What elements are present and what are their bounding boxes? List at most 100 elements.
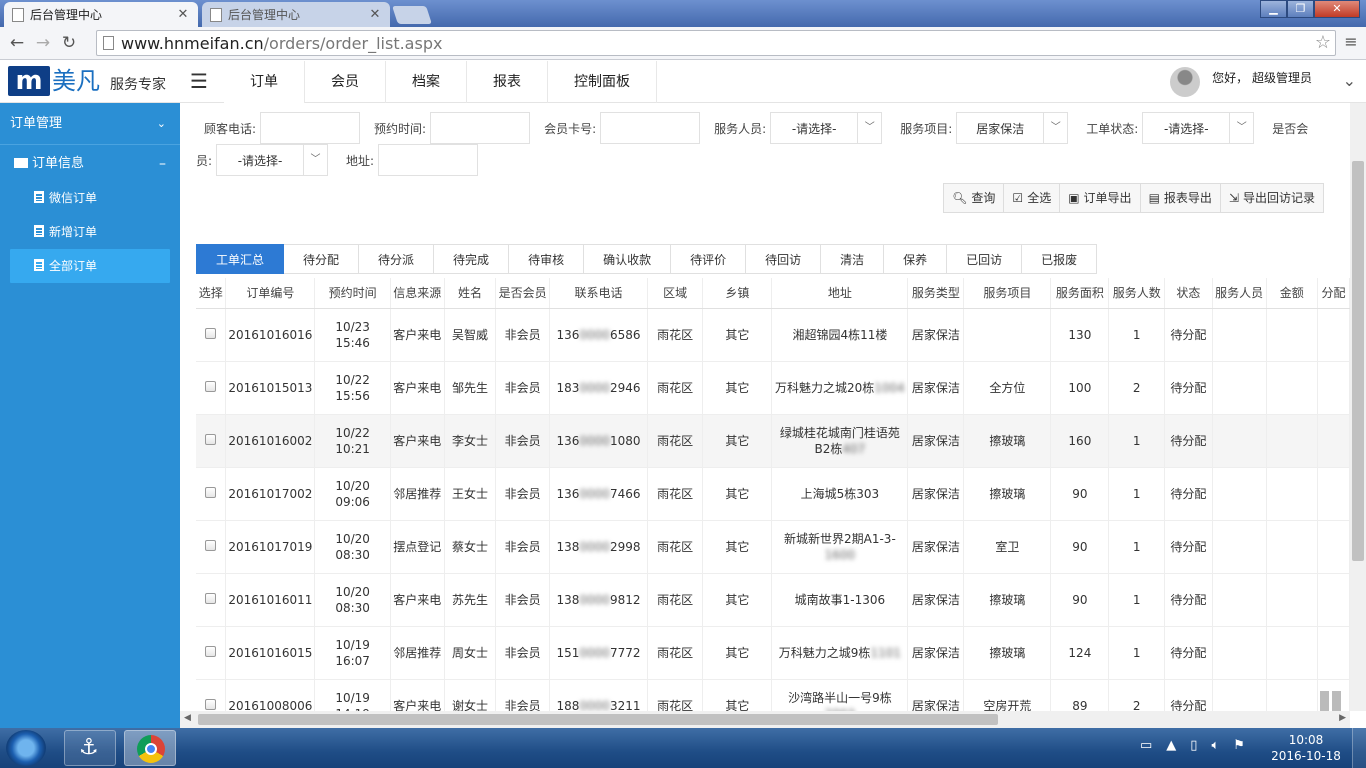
column-header[interactable]: 服务项目 bbox=[964, 278, 1051, 308]
taskbar-app-anchor[interactable]: ⚓ bbox=[64, 730, 116, 766]
volume-icon[interactable]: 🔈︎ bbox=[1211, 738, 1219, 753]
service-staff-select[interactable]: -请选择-﹀ bbox=[770, 112, 882, 144]
browser-tab-active[interactable]: 后台管理中心 ✕ bbox=[4, 2, 198, 27]
appointment-time-input[interactable] bbox=[430, 112, 530, 144]
table-row[interactable]: 2016101701910/20 08:30摆点登记蔡女士非会员13800002… bbox=[196, 520, 1350, 573]
table-row[interactable]: 2016101501310/22 15:56客户来电邹先生非会员18300002… bbox=[196, 361, 1350, 414]
column-header[interactable]: 服务面积 bbox=[1051, 278, 1109, 308]
forward-icon[interactable]: → bbox=[30, 30, 56, 56]
row-checkbox[interactable] bbox=[205, 381, 216, 392]
column-header[interactable]: 预约时间 bbox=[315, 278, 390, 308]
service-item-select[interactable]: 居家保洁﹀ bbox=[956, 112, 1068, 144]
bookmark-star-icon[interactable]: ☆ bbox=[1315, 32, 1331, 53]
row-checkbox[interactable] bbox=[205, 328, 216, 339]
close-icon[interactable]: ✕ bbox=[368, 7, 382, 22]
table-row[interactable]: 2016101601610/23 15:46客户来电吴智威非会员13600006… bbox=[196, 308, 1350, 361]
tab-9[interactable]: 保养 bbox=[884, 244, 947, 274]
sidebar-section-order-management[interactable]: 订单管理 ⌄ bbox=[0, 103, 180, 145]
address-input[interactable] bbox=[378, 144, 478, 176]
device-icon[interactable]: ▯ bbox=[1190, 738, 1197, 753]
tab-3[interactable]: 待完成 bbox=[434, 244, 509, 274]
tab-6[interactable]: 待评价 bbox=[671, 244, 746, 274]
column-header[interactable]: 信息来源 bbox=[390, 278, 444, 308]
browser-menu-icon[interactable]: ≡ bbox=[1342, 32, 1360, 51]
nav-reports[interactable]: 报表 bbox=[467, 61, 548, 103]
column-header[interactable]: 区域 bbox=[647, 278, 702, 308]
tab-10[interactable]: 已回访 bbox=[947, 244, 1022, 274]
hamburger-menu-icon[interactable]: ☰ bbox=[190, 69, 208, 93]
vertical-scrollbar[interactable] bbox=[1350, 103, 1366, 711]
scroll-right-icon[interactable]: ▶ bbox=[1339, 713, 1346, 723]
tab-11[interactable]: 已报废 bbox=[1022, 244, 1097, 274]
show-desktop-button[interactable] bbox=[1352, 728, 1366, 768]
work-status-select[interactable]: -请选择-﹀ bbox=[1142, 112, 1254, 144]
new-tab-button[interactable] bbox=[392, 6, 432, 24]
nav-archive[interactable]: 档案 bbox=[386, 61, 467, 103]
tab-5[interactable]: 确认收款 bbox=[584, 244, 671, 274]
tab-2[interactable]: 待分派 bbox=[359, 244, 434, 274]
customer-phone-input[interactable] bbox=[260, 112, 360, 144]
column-header[interactable]: 地址 bbox=[772, 278, 908, 308]
sidebar-item-all-orders[interactable]: 全部订单 bbox=[10, 249, 170, 283]
maximize-icon[interactable]: ❐ bbox=[1287, 0, 1314, 18]
nav-members[interactable]: 会员 bbox=[305, 61, 386, 103]
tab-1[interactable]: 待分配 bbox=[284, 244, 359, 274]
column-header[interactable]: 联系电话 bbox=[550, 278, 648, 308]
column-header[interactable]: 选择 bbox=[196, 278, 226, 308]
column-header[interactable]: 乡镇 bbox=[703, 278, 772, 308]
row-checkbox[interactable] bbox=[205, 540, 216, 551]
column-header[interactable]: 姓名 bbox=[444, 278, 495, 308]
reload-icon[interactable]: ↻ bbox=[56, 30, 82, 56]
table-row[interactable]: 2016100800610/19 14:19客户来电谢女士非会员18800003… bbox=[196, 679, 1350, 711]
is-member-select[interactable]: -请选择-﹀ bbox=[216, 144, 328, 176]
window-close-icon[interactable]: ✕ bbox=[1314, 0, 1360, 18]
row-checkbox[interactable] bbox=[205, 699, 216, 710]
row-checkbox[interactable] bbox=[205, 487, 216, 498]
taskbar-app-chrome[interactable] bbox=[124, 730, 176, 766]
close-icon[interactable]: ✕ bbox=[176, 7, 190, 22]
sidebar-item-new-order[interactable]: 新增订单 bbox=[0, 215, 180, 249]
sidebar-group-order-info[interactable]: 订单信息 – bbox=[0, 147, 180, 181]
nav-orders[interactable]: 订单 bbox=[224, 61, 305, 103]
column-header[interactable]: 分配 bbox=[1318, 278, 1350, 308]
table-row[interactable]: 2016101700210/20 09:06邻居推荐王女士非会员13600007… bbox=[196, 467, 1350, 520]
row-checkbox[interactable] bbox=[205, 434, 216, 445]
address-bar[interactable]: www.hnmeifan.cn/orders/order_list.aspx ☆ bbox=[96, 30, 1336, 56]
tab-8[interactable]: 清洁 bbox=[821, 244, 884, 274]
tab-7[interactable]: 待回访 bbox=[746, 244, 821, 274]
query-button[interactable]: 🔍︎查询 bbox=[944, 184, 1004, 212]
chevron-down-icon[interactable]: ⌄ bbox=[1343, 71, 1356, 90]
column-header[interactable]: 服务类型 bbox=[908, 278, 964, 308]
table-row[interactable]: 2016101601510/19 16:07邻居推荐周女士非会员15100007… bbox=[196, 626, 1350, 679]
browser-tab-inactive[interactable]: 后台管理中心 ✕ bbox=[202, 2, 390, 27]
member-card-input[interactable] bbox=[600, 112, 700, 144]
column-header[interactable]: 服务人员 bbox=[1212, 278, 1266, 308]
scroll-left-icon[interactable]: ◀ bbox=[184, 713, 191, 723]
tab-0[interactable]: 工单汇总 bbox=[196, 244, 284, 274]
start-button[interactable] bbox=[6, 730, 46, 766]
network-icon[interactable]: ⚑ bbox=[1233, 738, 1245, 753]
tray-expand-icon[interactable]: ▲ bbox=[1166, 738, 1176, 753]
export-report-button[interactable]: ▤报表导出 bbox=[1141, 184, 1221, 212]
row-checkbox[interactable] bbox=[205, 593, 216, 604]
nav-control-panel[interactable]: 控制面板 bbox=[548, 61, 657, 103]
row-checkbox[interactable] bbox=[205, 646, 216, 657]
user-info[interactable]: 您好， 超级管理员 bbox=[1170, 67, 1312, 97]
keyboard-icon[interactable]: ▭ bbox=[1140, 738, 1152, 753]
back-icon[interactable]: ← bbox=[4, 30, 30, 56]
grid-view-icon[interactable] bbox=[1320, 691, 1342, 711]
export-visit-records-button[interactable]: ⇲导出回访记录 bbox=[1221, 184, 1323, 212]
scrollbar-thumb[interactable] bbox=[198, 714, 998, 725]
clock[interactable]: 10:08 2016-10-18 bbox=[1268, 732, 1344, 764]
select-all-button[interactable]: ☑全选 bbox=[1004, 184, 1060, 212]
export-orders-button[interactable]: ▣订单导出 bbox=[1060, 184, 1140, 212]
column-header[interactable]: 金额 bbox=[1266, 278, 1317, 308]
minimize-icon[interactable]: ▁ bbox=[1260, 0, 1287, 18]
column-header[interactable]: 是否会员 bbox=[496, 278, 550, 308]
scrollbar-thumb[interactable] bbox=[1352, 161, 1364, 561]
table-row[interactable]: 2016101600210/22 10:21客户来电李女士非会员13600001… bbox=[196, 414, 1350, 467]
column-header[interactable]: 服务人数 bbox=[1109, 278, 1165, 308]
sidebar-item-wechat-orders[interactable]: 微信订单 bbox=[0, 181, 180, 215]
table-row[interactable]: 2016101601110/20 08:30客户来电苏先生非会员13800009… bbox=[196, 573, 1350, 626]
column-header[interactable]: 状态 bbox=[1165, 278, 1213, 308]
